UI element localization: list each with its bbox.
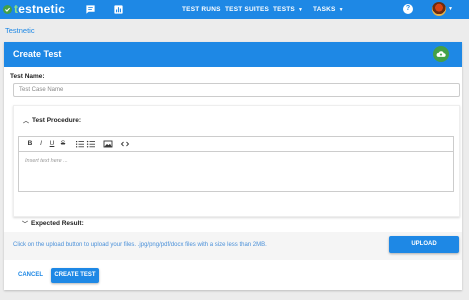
help-icon[interactable]: ? <box>403 4 413 14</box>
chevron-down-icon: ﹀ <box>22 221 29 228</box>
upload-button[interactable]: UPLOAD <box>389 236 459 253</box>
expected-result-label: Expected Result: <box>31 219 84 227</box>
chevron-up-icon: ︿ <box>23 119 30 125</box>
code-icon[interactable] <box>120 139 130 149</box>
create-test-button[interactable]: CREATE TEST <box>51 268 99 283</box>
top-navbar: testnetic TEST RUNS TEST SUITES TESTS ▼ T… <box>0 0 469 19</box>
bullet-list-icon[interactable] <box>86 139 96 149</box>
test-name-label: Test Name: <box>10 73 45 80</box>
nav-test-runs[interactable]: TEST RUNS <box>182 0 221 19</box>
upload-area: Click on the upload button to upload you… <box>4 232 462 260</box>
test-procedure-panel: ︿ Test Procedure: B I U S Insert text he… <box>13 105 460 217</box>
avatar[interactable] <box>432 2 446 16</box>
nav-test-runs-label: TEST RUNS <box>182 6 221 13</box>
italic-button[interactable]: I <box>36 139 46 149</box>
breadcrumb[interactable]: Testnetic <box>5 26 35 35</box>
test-procedure-label: Test Procedure: <box>32 117 82 124</box>
check-logo-icon <box>3 5 12 14</box>
nav-test-suites-label: TEST SUITES <box>225 6 270 13</box>
editor-toolbar: B I U S <box>19 137 453 152</box>
nav-tasks-label: TASKS <box>313 6 336 13</box>
underline-button[interactable]: U <box>47 139 57 149</box>
caret-down-icon: ▼ <box>338 6 344 13</box>
cloud-upload-icon <box>436 51 446 57</box>
page-title: Create Test <box>13 49 62 59</box>
caret-down-icon[interactable]: ▼ <box>448 6 453 12</box>
cancel-button[interactable]: CANCEL <box>18 272 43 278</box>
nav-test-suites[interactable]: TEST SUITES <box>225 0 269 19</box>
create-test-card: Create Test Test Name: Test Case Name ︿ … <box>4 42 462 290</box>
ordered-list-icon[interactable] <box>75 139 85 149</box>
nav-tests-dropdown[interactable]: TESTS ▼ <box>273 0 303 19</box>
editor-placeholder[interactable]: Insert text here ... <box>25 158 68 164</box>
strikethrough-button[interactable]: S <box>58 139 68 149</box>
card-header: Create Test <box>4 42 462 67</box>
caret-down-icon: ▼ <box>297 6 304 13</box>
cloud-upload-button[interactable] <box>433 46 449 62</box>
bold-button[interactable]: B <box>25 139 35 149</box>
test-procedure-toggle[interactable]: ︿ Test Procedure: <box>23 116 81 125</box>
logo-rest: estnetic <box>18 2 66 16</box>
upload-hint: Click on the upload button to upload you… <box>13 242 267 248</box>
logo-text: testnetic <box>14 3 65 16</box>
nav-tasks-dropdown[interactable]: TASKS ▼ <box>313 0 344 19</box>
nav-tests-label: TESTS <box>273 6 295 13</box>
expected-result-toggle[interactable]: ﹀ Expected Result: <box>13 216 460 230</box>
rich-text-editor: B I U S Insert text here ... <box>18 136 454 192</box>
image-icon[interactable] <box>103 139 113 149</box>
chat-icon[interactable] <box>85 4 96 15</box>
test-name-input[interactable]: Test Case Name <box>13 83 460 97</box>
chart-icon[interactable] <box>113 4 124 15</box>
app-logo[interactable]: testnetic <box>3 3 65 16</box>
